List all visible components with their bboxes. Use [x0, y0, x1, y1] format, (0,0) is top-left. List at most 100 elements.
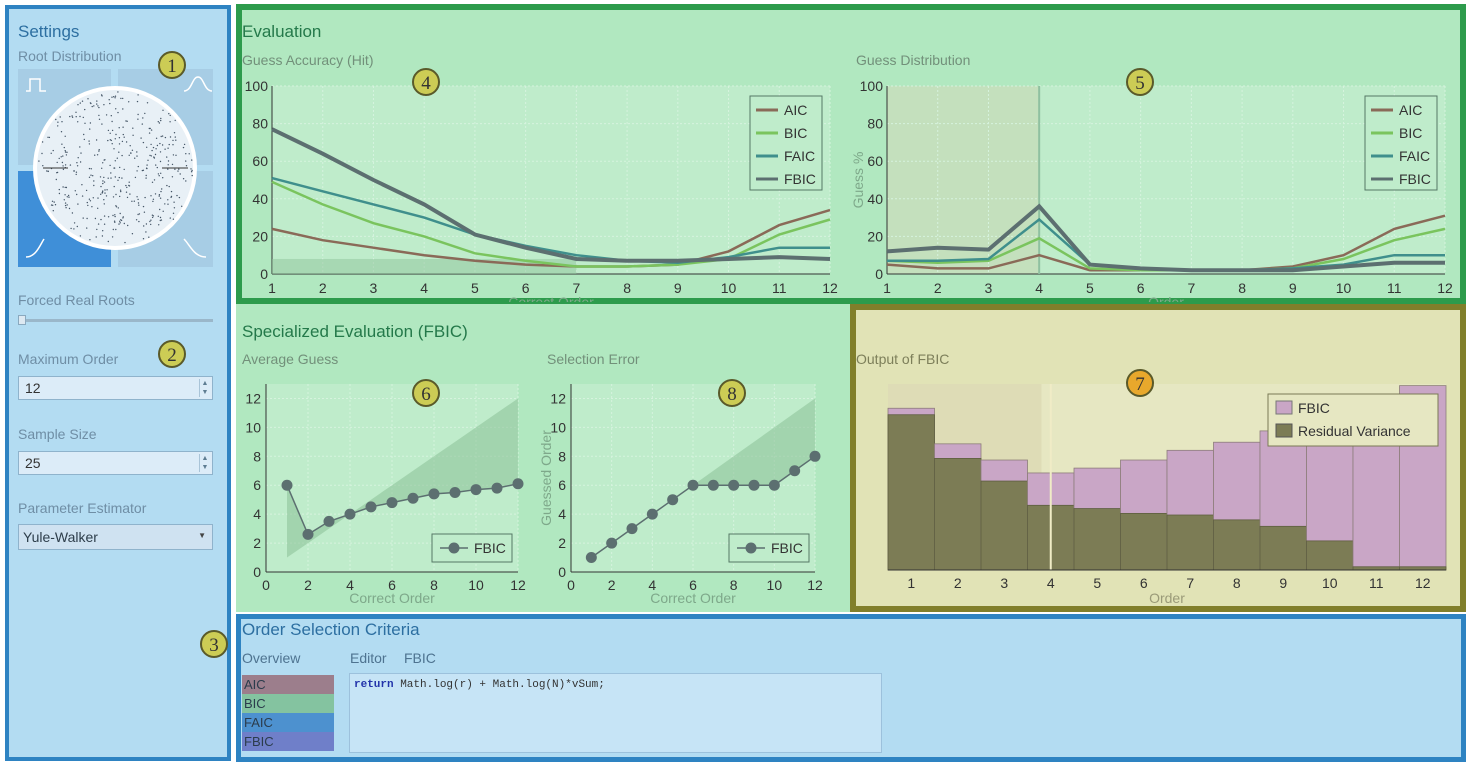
root-dot: [84, 122, 86, 124]
y-tick-label: 100: [860, 78, 884, 94]
code-editor[interactable]: return Math.log(r) + Math.log(N)*vSum;: [349, 673, 882, 753]
root-dot: [121, 140, 124, 143]
root-dot: [144, 112, 146, 115]
forced-real-roots-label: Forced Real Roots: [18, 292, 135, 308]
root-dot: [103, 199, 105, 201]
criteria-item-fbic[interactable]: FBIC: [242, 732, 334, 751]
root-dot: [149, 154, 151, 157]
root-dot: [104, 192, 106, 194]
root-dot: [137, 94, 139, 96]
series-point-fbic: [365, 501, 377, 513]
tab-overview[interactable]: Overview: [242, 650, 300, 666]
root-dot: [150, 143, 152, 146]
root-distribution-label: Root Distribution: [18, 48, 122, 64]
root-dot: [66, 204, 68, 206]
series-point-fbic: [667, 494, 679, 506]
root-dot: [60, 156, 62, 158]
root-dot: [61, 161, 64, 164]
root-dot: [152, 198, 155, 200]
bar-residual-variance: [1213, 519, 1261, 571]
root-dot: [41, 152, 43, 155]
tab-editor[interactable]: Editor: [350, 650, 387, 666]
root-dot: [174, 119, 176, 122]
y-axis-label: Guess %: [850, 152, 866, 209]
root-dot: [64, 186, 66, 189]
y-tick-label: 20: [252, 228, 268, 244]
root-dot: [145, 177, 147, 179]
root-dot: [113, 185, 115, 188]
root-dot: [59, 116, 61, 118]
root-dot: [122, 97, 124, 100]
root-dot: [102, 190, 104, 192]
series-point-fbic: [585, 552, 597, 564]
criteria-item-aic[interactable]: AIC: [242, 675, 334, 694]
root-dot: [112, 228, 115, 231]
forced-real-roots-slider[interactable]: [18, 319, 213, 322]
root-dot: [172, 218, 175, 220]
y-tick-label: 2: [253, 535, 261, 551]
root-dot: [154, 153, 157, 156]
maximum-order-input[interactable]: 12 ▲ ▼: [18, 376, 213, 400]
spinner-arrows-icon[interactable]: ▲ ▼: [199, 379, 210, 397]
root-dot: [175, 154, 177, 156]
slider-handle[interactable]: [18, 315, 26, 325]
root-dot: [110, 115, 113, 117]
root-dot: [116, 157, 119, 159]
root-dot: [159, 160, 162, 163]
root-dot: [117, 91, 119, 93]
root-dot: [113, 220, 116, 222]
parameter-estimator-select[interactable]: Yule-Walker ▼: [18, 524, 213, 550]
criteria-item-bic[interactable]: BIC: [242, 694, 334, 713]
root-dot: [76, 162, 78, 164]
root-dot: [160, 172, 162, 174]
root-dot: [126, 120, 128, 122]
root-dot: [112, 196, 115, 198]
root-dot: [73, 222, 76, 224]
root-dot: [97, 223, 100, 225]
guess-distribution-title: Guess Distribution: [856, 52, 971, 68]
root-dot: [98, 149, 100, 151]
root-dot: [115, 193, 117, 196]
root-dot: [173, 207, 176, 209]
tab-fbic[interactable]: FBIC: [404, 650, 436, 666]
root-dot: [133, 200, 135, 202]
root-dot: [63, 146, 65, 149]
root-dot: [91, 206, 93, 208]
root-dot: [166, 156, 168, 158]
code-keyword: return: [354, 679, 394, 691]
root-dot: [62, 186, 64, 188]
root-dot: [107, 177, 109, 179]
spinner-arrows-icon[interactable]: ▲ ▼: [199, 454, 210, 472]
root-dot: [119, 212, 121, 215]
y-tick-label: 8: [558, 448, 566, 464]
criteria-item-faic[interactable]: FAIC: [242, 713, 334, 732]
legend-swatch-fbic: [1275, 400, 1293, 415]
sample-size-input[interactable]: 25 ▲ ▼: [18, 451, 213, 475]
root-dot: [76, 193, 78, 196]
root-dot: [118, 127, 120, 129]
root-dot: [89, 102, 92, 104]
root-dot: [128, 101, 130, 103]
root-dot: [169, 114, 171, 117]
root-dot: [88, 143, 91, 145]
root-dot: [131, 233, 134, 235]
root-dot: [168, 113, 170, 115]
root-dot: [101, 192, 103, 194]
root-dot: [136, 196, 138, 198]
root-dot: [81, 100, 84, 102]
root-dot: [128, 181, 130, 183]
root-distribution-widget[interactable]: [18, 69, 213, 267]
root-dot: [151, 149, 153, 152]
root-dot: [122, 126, 124, 128]
fbic-output-chart: 1 2 3 4 5 6 7 8 9 10 11 12OrderFBICResidual Varianc…: [887, 384, 1447, 606]
root-dot: [132, 127, 134, 129]
badge-5: 5: [1126, 68, 1154, 96]
root-dot: [110, 177, 112, 179]
root-dot: [167, 199, 169, 201]
root-dot: [77, 104, 79, 106]
y-tick-label: 0: [875, 266, 883, 282]
root-dot: [79, 235, 82, 237]
legend-label-bic: BIC: [784, 125, 807, 141]
root-dot: [145, 223, 148, 225]
root-dot: [169, 136, 172, 138]
